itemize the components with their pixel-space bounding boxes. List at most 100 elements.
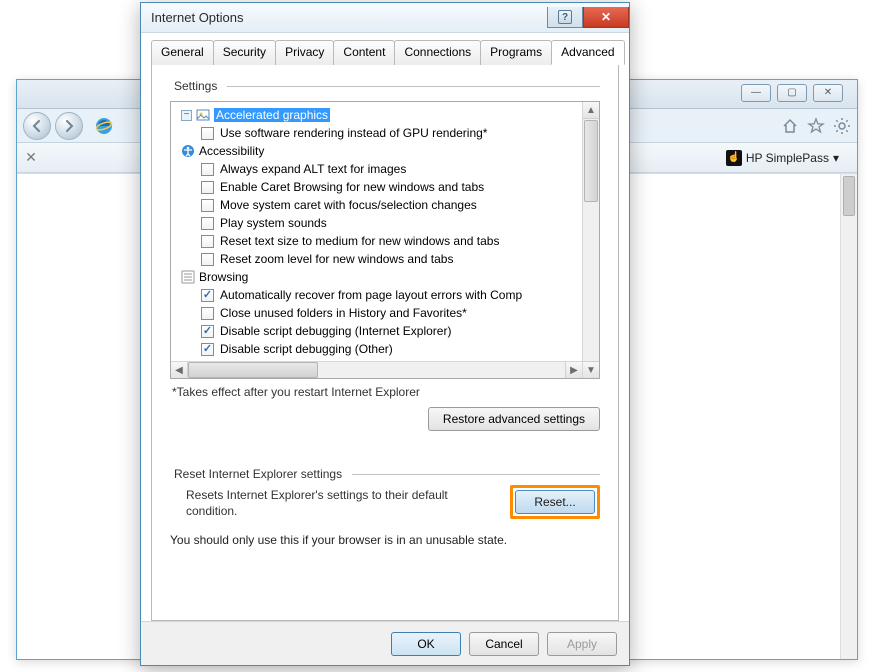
reset-description: Resets Internet Explorer's settings to t… <box>186 487 486 519</box>
tree-item-label: Automatically recover from page layout e… <box>220 286 522 304</box>
scroll-left-arrow[interactable]: ◀ <box>171 362 188 378</box>
tree-item[interactable]: Use software rendering instead of GPU re… <box>177 124 582 142</box>
close-button[interactable]: ✕ <box>813 84 843 102</box>
scrollbar-thumb[interactable] <box>843 176 855 216</box>
tree-item[interactable]: Move system caret with focus/selection c… <box>177 196 582 214</box>
checkbox[interactable] <box>201 307 214 320</box>
apply-button[interactable]: Apply <box>547 632 617 656</box>
settings-tree-content[interactable]: − Accelerated graphicsUse software render… <box>171 102 582 378</box>
tree-item-label: Close unused folders in History and Favo… <box>220 304 467 322</box>
collapse-icon[interactable]: − <box>181 110 192 121</box>
arrow-left-icon <box>30 119 44 133</box>
tree-hscroll-thumb[interactable] <box>188 362 318 378</box>
tab-security[interactable]: Security <box>213 40 276 65</box>
scroll-right-arrow[interactable]: ▶ <box>565 362 582 378</box>
tree-item[interactable]: Reset zoom level for new windows and tab… <box>177 250 582 268</box>
dialog-titlebar: Internet Options ? ✕ <box>141 3 629 33</box>
favorites-icon[interactable] <box>807 117 825 135</box>
tab-privacy[interactable]: Privacy <box>275 40 334 65</box>
tree-vertical-scrollbar[interactable]: ▲ ▼ <box>582 102 599 378</box>
checkbox[interactable] <box>201 163 214 176</box>
checkbox[interactable] <box>201 181 214 194</box>
simplepass-label: HP SimplePass <box>746 151 829 165</box>
gear-icon[interactable] <box>833 117 851 135</box>
reset-warning: You should only use this if your browser… <box>170 533 600 547</box>
tree-item[interactable]: Enable Caret Browsing for new windows an… <box>177 178 582 196</box>
tree-item-label: Reset text size to medium for new window… <box>220 232 499 250</box>
arrow-right-icon <box>62 119 76 133</box>
category-icon <box>181 270 195 284</box>
internet-options-dialog: Internet Options ? ✕ GeneralSecurityPriv… <box>140 2 630 666</box>
tab-connections[interactable]: Connections <box>394 40 481 65</box>
reset-fieldset: Reset Internet Explorer settings Resets … <box>170 467 600 547</box>
dialog-close-button[interactable]: ✕ <box>583 7 629 28</box>
scroll-up-arrow[interactable]: ▲ <box>583 102 599 119</box>
checkbox[interactable] <box>201 325 214 338</box>
reset-section-label: Reset Internet Explorer settings <box>170 467 346 481</box>
tab-content[interactable]: Content <box>333 40 395 65</box>
checkbox[interactable] <box>201 253 214 266</box>
simplepass-icon: ☝ <box>726 150 742 166</box>
reset-button-highlight: Reset... <box>510 485 600 519</box>
settings-fieldset: Settings − Accelerated graphicsUse softwa… <box>170 79 600 447</box>
checkbox[interactable] <box>201 289 214 302</box>
tree-item-label: Use software rendering instead of GPU re… <box>220 124 487 142</box>
settings-label: Settings <box>170 79 221 93</box>
maximize-button[interactable]: ▢ <box>777 84 807 102</box>
help-icon: ? <box>558 10 572 24</box>
checkbox[interactable] <box>201 199 214 212</box>
tab-advanced[interactable]: Advanced <box>551 40 624 65</box>
ok-button[interactable]: OK <box>391 632 461 656</box>
restore-advanced-settings-button[interactable]: Restore advanced settings <box>428 407 600 431</box>
tree-item-label: Play system sounds <box>220 214 327 232</box>
reset-button[interactable]: Reset... <box>515 490 595 514</box>
tree-vscroll-thumb[interactable] <box>584 120 598 202</box>
tree-horizontal-scrollbar[interactable]: ◀ ▶ <box>171 361 582 378</box>
tree-category[interactable]: − Accelerated graphics <box>177 106 582 124</box>
tree-category[interactable]: Browsing <box>177 268 582 286</box>
tab-panel-advanced: Settings − Accelerated graphicsUse softwa… <box>151 65 619 621</box>
browser-scrollbar[interactable] <box>840 174 857 659</box>
ie-logo-icon <box>93 115 115 137</box>
checkbox[interactable] <box>201 235 214 248</box>
dialog-footer: OK Cancel Apply <box>141 621 629 665</box>
home-icon[interactable] <box>781 117 799 135</box>
cancel-button[interactable]: Cancel <box>469 632 539 656</box>
tab-close-button[interactable]: ✕ <box>17 143 45 172</box>
tree-item[interactable]: Close unused folders in History and Favo… <box>177 304 582 322</box>
forward-button[interactable] <box>55 112 83 140</box>
category-label: Accelerated graphics <box>214 106 330 124</box>
minimize-button[interactable]: — <box>741 84 771 102</box>
tree-item[interactable]: Reset text size to medium for new window… <box>177 232 582 250</box>
tree-item-label: Move system caret with focus/selection c… <box>220 196 477 214</box>
simplepass-toolbar[interactable]: ☝ HP SimplePass ▾ <box>718 147 847 169</box>
tree-item-label: Enable Caret Browsing for new windows an… <box>220 178 484 196</box>
dialog-tabs: GeneralSecurityPrivacyContentConnections… <box>151 39 619 65</box>
tab-general[interactable]: General <box>151 40 214 65</box>
settings-tree: − Accelerated graphicsUse software render… <box>170 101 600 379</box>
tree-category[interactable]: Accessibility <box>177 142 582 160</box>
scroll-down-arrow[interactable]: ▼ <box>583 361 599 378</box>
tree-item-label: Always expand ALT text for images <box>220 160 406 178</box>
tree-item-label: Disable script debugging (Internet Explo… <box>220 322 451 340</box>
tree-item[interactable]: Disable script debugging (Internet Explo… <box>177 322 582 340</box>
tree-item[interactable]: Always expand ALT text for images <box>177 160 582 178</box>
category-label: Accessibility <box>199 142 264 160</box>
chevron-down-icon: ▾ <box>833 151 839 165</box>
restart-note: *Takes effect after you restart Internet… <box>172 385 600 399</box>
tree-item[interactable]: Play system sounds <box>177 214 582 232</box>
checkbox[interactable] <box>201 343 214 356</box>
tab-programs[interactable]: Programs <box>480 40 552 65</box>
checkbox[interactable] <box>201 127 214 140</box>
category-icon <box>181 144 195 158</box>
tree-item-label: Disable script debugging (Other) <box>220 340 393 358</box>
tree-item[interactable]: Automatically recover from page layout e… <box>177 286 582 304</box>
help-button[interactable]: ? <box>547 7 583 28</box>
back-button[interactable] <box>23 112 51 140</box>
category-label: Browsing <box>199 268 248 286</box>
tree-item[interactable]: Disable script debugging (Other) <box>177 340 582 358</box>
tree-item-label: Reset zoom level for new windows and tab… <box>220 250 453 268</box>
category-icon <box>196 108 210 122</box>
checkbox[interactable] <box>201 217 214 230</box>
dialog-title: Internet Options <box>151 10 244 25</box>
